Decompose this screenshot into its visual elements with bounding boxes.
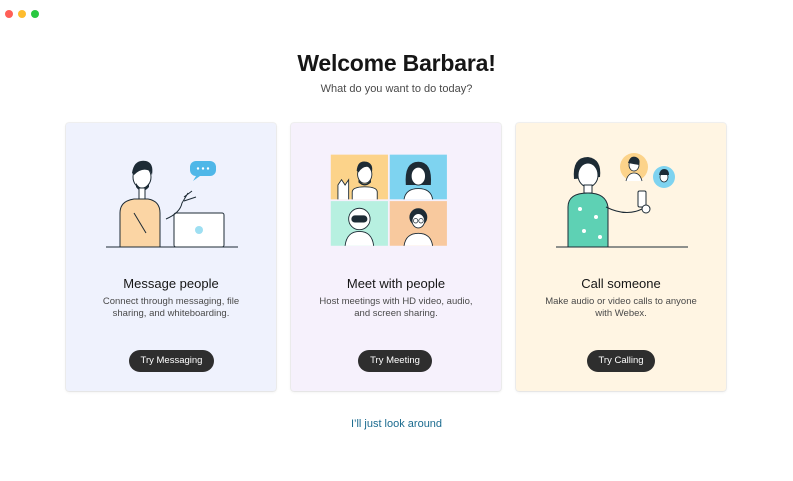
- card-title: Call someone: [581, 276, 661, 291]
- messaging-illustration-icon: [106, 160, 238, 248]
- page-title: Welcome Barbara!: [297, 50, 496, 76]
- window-controls: [5, 10, 39, 18]
- page-subtitle: What do you want to do today?: [320, 83, 473, 95]
- message-people-card[interactable]: Message people Connect through messaging…: [66, 123, 276, 391]
- card-title: Meet with people: [346, 276, 446, 291]
- try-calling-button[interactable]: Try Calling: [587, 350, 655, 372]
- call-someone-card[interactable]: Call someone Make audio or video calls t…: [516, 123, 726, 391]
- meeting-illustration-icon: [330, 154, 447, 246]
- card-title: Message people: [123, 276, 219, 291]
- card-description: Make audio or video calls to anyone with…: [545, 296, 697, 319]
- calling-illustration-icon: [556, 153, 688, 248]
- look-around-link[interactable]: I’ll just look around: [0, 418, 793, 430]
- card-description: Connect through messaging, file sharing,…: [102, 296, 240, 319]
- minimize-window-button[interactable]: [18, 10, 26, 18]
- zoom-window-button[interactable]: [31, 10, 39, 18]
- try-meeting-button[interactable]: Try Meeting: [358, 350, 432, 372]
- card-description: Host meetings with HD video, audio, and …: [319, 296, 473, 319]
- try-messaging-button[interactable]: Try Messaging: [129, 350, 214, 372]
- welcome-window: Welcome Barbara! What do you want to do …: [0, 0, 793, 481]
- close-window-button[interactable]: [5, 10, 13, 18]
- meet-with-people-card[interactable]: Meet with people Host meetings with HD v…: [291, 123, 501, 391]
